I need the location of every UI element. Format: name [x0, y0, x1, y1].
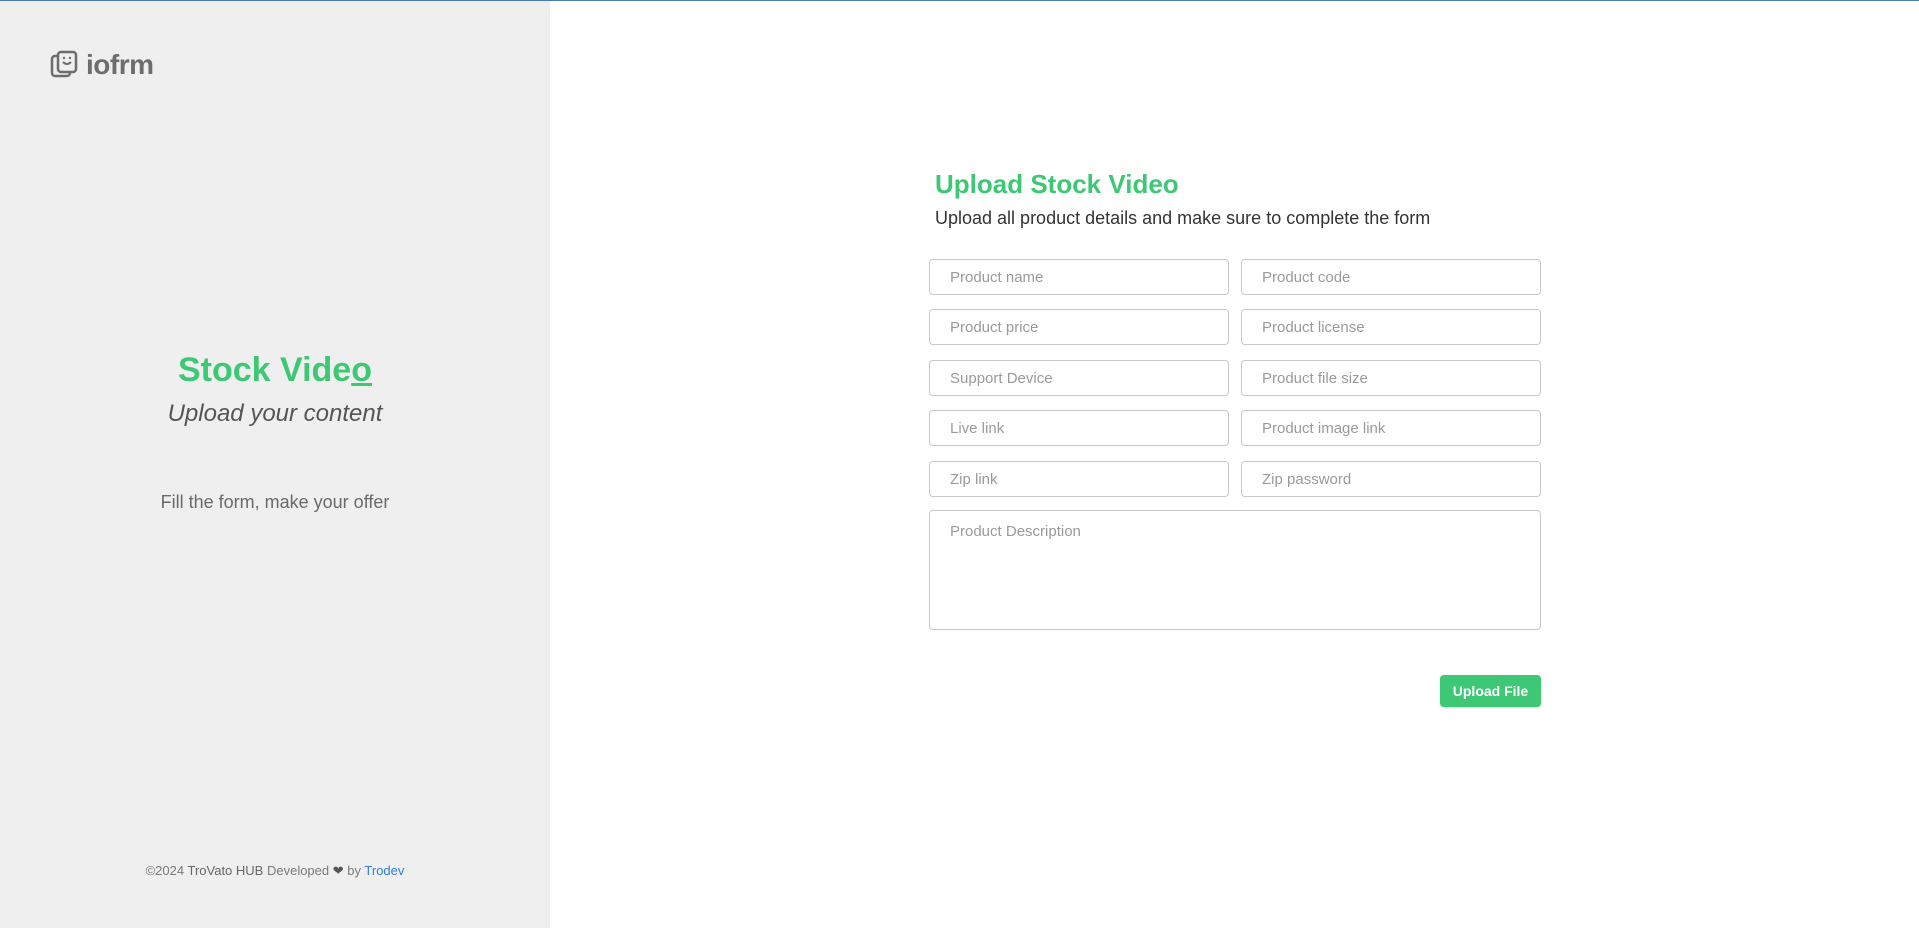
footer-copyright: ©2024 — [145, 863, 185, 878]
product-file-size-input[interactable] — [1241, 360, 1541, 396]
footer-developed: Developed — [266, 863, 330, 878]
sidebar-subtitle: Upload your content — [167, 400, 383, 427]
page: iofrm Stock Video Upload your content Fi… — [0, 0, 1919, 928]
sidebar-tagline: Fill the form, make your offer — [160, 492, 390, 512]
product-image-link-input[interactable] — [1241, 410, 1541, 446]
sidebar-title-main: Stock Vide — [177, 351, 352, 389]
product-price-input[interactable] — [929, 309, 1229, 345]
sidebar-hero: Stock Video Upload your content Fill the… — [0, 351, 550, 513]
upload-file-button[interactable]: Upload File — [1440, 675, 1541, 707]
footer-developer-link[interactable]: Trodev — [364, 863, 404, 878]
sidebar-title: Stock Video — [0, 351, 550, 390]
product-code-input[interactable] — [1241, 259, 1541, 295]
heart-icon: ❤ — [332, 863, 344, 878]
stacked-cards-icon — [50, 50, 78, 80]
support-device-input[interactable] — [929, 360, 1229, 396]
footer-company: TroVato HUB — [187, 863, 264, 878]
footer-by: by — [347, 863, 362, 878]
form-subtitle: Upload all product details and make sure… — [935, 208, 1431, 228]
sidebar-title-last-char: o — [351, 351, 372, 389]
product-description-textarea[interactable] — [929, 510, 1541, 630]
logo-text: iofrm — [86, 49, 154, 80]
zip-password-input[interactable] — [1241, 461, 1541, 497]
product-license-input[interactable] — [1241, 309, 1541, 345]
sidebar: iofrm Stock Video Upload your content Fi… — [0, 1, 550, 928]
live-link-input[interactable] — [929, 410, 1229, 446]
product-name-input[interactable] — [929, 259, 1229, 295]
form-title: Upload Stock Video — [935, 169, 1179, 199]
logo[interactable]: iofrm — [50, 49, 154, 81]
zip-link-input[interactable] — [929, 461, 1229, 497]
footer: ©2024 TroVato HUB Developed ❤ by Trodev — [0, 863, 550, 879]
